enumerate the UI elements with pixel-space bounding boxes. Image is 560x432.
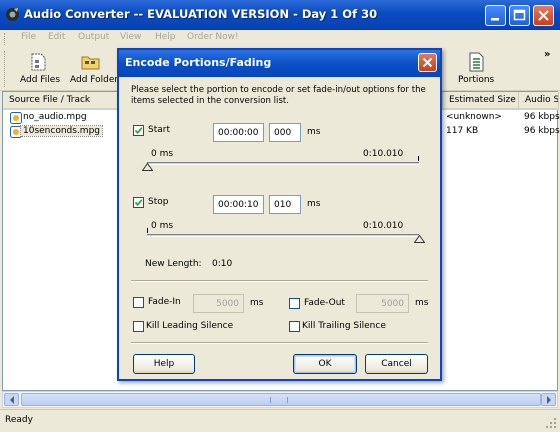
menu-file[interactable]: File <box>21 32 36 42</box>
stop-time-input[interactable]: 00:00:10 <box>213 195 264 214</box>
add-folder-button[interactable]: Add Folder <box>66 47 120 90</box>
add-folder-label: Add Folder <box>70 75 119 85</box>
start-time-input[interactable]: 00:00:00 <box>213 123 264 142</box>
ok-button[interactable]: OK <box>293 354 357 374</box>
start-label: Start <box>148 125 170 135</box>
portions-icon <box>469 52 484 72</box>
window-title: Audio Converter -- EVALUATION VERSION - … <box>24 7 378 21</box>
close-button[interactable] <box>533 5 554 26</box>
start-slider[interactable] <box>142 156 423 177</box>
minimize-icon <box>491 18 499 21</box>
menu-view[interactable]: View <box>120 32 141 42</box>
stop-slider-track <box>147 234 419 237</box>
start-ms-input[interactable]: 000 <box>269 123 301 142</box>
maximize-icon <box>513 9 526 21</box>
menu-order-now[interactable]: Order Now! <box>187 32 239 42</box>
dialog-titlebar[interactable]: Encode Portions/Fading <box>119 50 440 77</box>
resize-grip-icon[interactable] <box>545 417 557 429</box>
checkmark-icon <box>134 127 143 135</box>
kill-trailing-silence-checkbox[interactable] <box>289 321 300 332</box>
menu-output[interactable]: Output <box>78 32 109 42</box>
stop-slider[interactable] <box>143 228 425 249</box>
arrow-right-icon <box>547 396 551 404</box>
new-length-label: New Length: <box>145 259 202 269</box>
fade-in-label: Fade-In <box>148 297 181 307</box>
add-files-button[interactable]: Add Files <box>14 47 64 90</box>
file-size: 117 KB <box>446 126 479 136</box>
horizontal-scrollbar[interactable] <box>2 391 558 408</box>
stop-slider-thumb[interactable] <box>414 235 425 243</box>
file-audio: 96 kbps <box>524 112 560 122</box>
column-audio[interactable]: Audio S <box>519 92 559 110</box>
close-icon <box>422 57 433 68</box>
stop-range-min: 0 ms <box>151 221 174 231</box>
help-button[interactable]: Help <box>133 354 195 374</box>
main-titlebar[interactable]: Audio Converter -- EVALUATION VERSION - … <box>0 0 560 30</box>
fade-in-input[interactable]: 5000 <box>193 294 244 313</box>
start-slider-track <box>147 162 419 165</box>
file-name: no_audio.mpg <box>23 112 87 122</box>
fade-out-unit: ms <box>415 298 429 308</box>
stop-checkbox[interactable] <box>133 197 144 208</box>
kill-leading-silence-label: Kill Leading Silence <box>146 321 234 331</box>
kill-trailing-silence-label: Kill Trailing Silence <box>302 321 386 331</box>
add-files-label: Add Files <box>20 75 61 85</box>
stop-label: Stop <box>148 197 169 207</box>
scroll-thumb-grip <box>270 397 288 403</box>
portions-label: Portions <box>458 75 495 85</box>
stop-range-max: 0:10.010 <box>363 221 404 231</box>
menubar: File Edit Output View Help Order Now! <box>0 30 560 47</box>
fade-out-input[interactable]: 5000 <box>356 294 409 313</box>
file-name: 10senconds.mpg <box>20 125 103 137</box>
fade-in-unit: ms <box>250 298 264 308</box>
dialog-close-button[interactable] <box>418 53 437 72</box>
maximize-button[interactable] <box>509 5 530 26</box>
fade-out-checkbox[interactable] <box>289 298 300 309</box>
start-range-min: 0 ms <box>151 149 174 159</box>
start-ms-unit: ms <box>307 127 321 137</box>
start-range-max: 0:10.010 <box>363 149 404 159</box>
file-audio: 96 kbps <box>524 126 560 136</box>
arrow-left-icon <box>10 396 14 404</box>
kill-leading-silence-checkbox[interactable] <box>133 321 144 332</box>
column-estimated-size[interactable]: Estimated Size <box>443 92 519 110</box>
close-icon <box>538 10 549 21</box>
separator <box>131 342 428 344</box>
dialog-description: Please select the portion to encode or s… <box>131 85 426 106</box>
app-icon <box>6 8 19 21</box>
statusbar: Ready <box>0 409 560 432</box>
stop-ms-input[interactable]: 010 <box>269 195 301 214</box>
audio-file-icon <box>10 112 22 124</box>
slider-tick <box>418 156 419 161</box>
stop-ms-unit: ms <box>307 199 321 209</box>
minimize-button[interactable] <box>485 5 506 26</box>
dialog-body: Please select the portion to encode or s… <box>119 77 440 379</box>
status-text: Ready <box>5 415 33 425</box>
slider-tick <box>147 228 148 233</box>
new-length-value: 0:10 <box>212 259 233 269</box>
checkmark-icon <box>134 199 143 207</box>
menu-help[interactable]: Help <box>155 32 176 42</box>
fade-out-label: Fade-Out <box>304 298 345 308</box>
menubar-grip <box>4 33 7 45</box>
add-files-icon <box>31 53 46 71</box>
cancel-button[interactable]: Cancel <box>365 354 428 374</box>
toolbar-grip <box>4 51 7 87</box>
encode-portions-dialog: Encode Portions/Fading Please select the… <box>117 48 442 381</box>
scroll-thumb[interactable] <box>21 393 541 406</box>
scroll-right-button[interactable] <box>541 393 556 406</box>
scroll-left-button[interactable] <box>4 393 19 406</box>
add-folder-icon <box>81 56 100 70</box>
toolbar-overflow-chevron[interactable]: » <box>544 49 550 60</box>
fade-in-checkbox[interactable] <box>133 297 144 308</box>
dialog-title: Encode Portions/Fading <box>125 56 272 69</box>
menu-edit[interactable]: Edit <box>48 32 65 42</box>
portions-button[interactable]: Portions <box>452 47 500 90</box>
separator <box>131 280 428 282</box>
start-slider-thumb[interactable] <box>142 163 153 171</box>
file-size: <unknown> <box>446 112 502 122</box>
start-checkbox[interactable] <box>133 125 144 136</box>
